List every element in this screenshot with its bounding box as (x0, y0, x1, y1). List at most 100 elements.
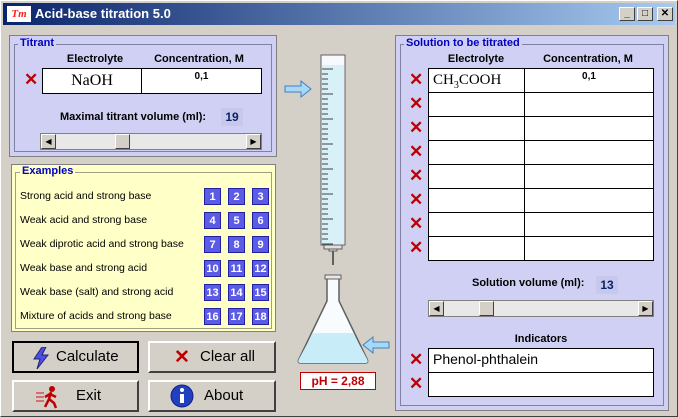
example-button-17[interactable]: 17 (228, 308, 245, 325)
minimize-button[interactable]: _ (619, 7, 635, 21)
electrolyte-text: CH (433, 72, 454, 88)
app-logo-icon: Tm (7, 6, 31, 22)
solution-delete-icon[interactable]: ✕ (409, 215, 423, 232)
titrant-concentration-field[interactable]: 0,1 (141, 68, 262, 94)
examples-panel: Examples Strong acid and strong base 1 2 3 W… (11, 164, 276, 332)
info-icon (170, 384, 194, 408)
example-button-2[interactable]: 2 (228, 188, 245, 205)
solution-electrolyte-field[interactable] (428, 116, 525, 141)
solution-electrolyte-field[interactable] (428, 164, 525, 189)
indicator-delete-icon[interactable]: ✕ (409, 351, 423, 368)
clear-all-button[interactable]: ✕ Clear all (148, 341, 276, 373)
clear-x-icon: ✕ (174, 347, 190, 368)
example-button-13[interactable]: 13 (204, 284, 221, 301)
about-button[interactable]: About (148, 380, 276, 412)
solution-volume-label: Solution volume (ml): (472, 277, 585, 289)
example-button-3[interactable]: 3 (252, 188, 269, 205)
titrant-panel: Titrant Electrolyte Concentration, M ✕ N… (9, 35, 277, 157)
calculate-button[interactable]: Calculate (12, 341, 139, 373)
solution-concentration-field[interactable] (524, 164, 654, 189)
solution-delete-icon[interactable]: ✕ (409, 239, 423, 256)
example-button-1[interactable]: 1 (204, 188, 221, 205)
solution-concentration-field[interactable] (524, 212, 654, 237)
solution-col-electrolyte: Electrolyte (447, 53, 505, 65)
solution-concentration-field[interactable]: 0,1 (524, 68, 654, 93)
exit-button[interactable]: Exit (12, 380, 139, 412)
solution-concentration-field[interactable] (524, 92, 654, 117)
solution-electrolyte-field[interactable] (428, 236, 525, 261)
slider-thumb[interactable] (479, 301, 494, 316)
solution-concentration-field[interactable] (524, 236, 654, 261)
solution-delete-icon[interactable]: ✕ (409, 191, 423, 208)
max-volume-label: Maximal titrant volume (ml): (60, 111, 207, 123)
scroll-left-icon[interactable]: ◀ (41, 134, 56, 149)
window-title: Acid-base titration 5.0 (35, 6, 171, 21)
example-button-15[interactable]: 15 (252, 284, 269, 301)
example-button-6[interactable]: 6 (252, 212, 269, 229)
app-window: Tm Acid-base titration 5.0 _ □ ✕ Titrant… (0, 0, 678, 417)
solution-volume-value: 13 (596, 276, 618, 294)
example-button-14[interactable]: 14 (228, 284, 245, 301)
solution-concentration-field[interactable] (524, 140, 654, 165)
example-button-10[interactable]: 10 (204, 260, 221, 277)
example-label: Weak acid and strong base (20, 214, 148, 226)
example-label: Strong acid and strong base (20, 190, 152, 202)
solution-delete-icon[interactable]: ✕ (409, 71, 423, 88)
example-button-5[interactable]: 5 (228, 212, 245, 229)
examples-title: Examples (20, 165, 76, 177)
close-button[interactable]: ✕ (657, 7, 673, 21)
scroll-right-icon[interactable]: ▶ (638, 301, 653, 316)
titrant-delete-icon[interactable]: ✕ (24, 71, 38, 88)
solution-electrolyte-field[interactable]: CH3COOH (428, 68, 525, 93)
titration-apparatus (284, 54, 390, 364)
example-label: Weak base (salt) and strong acid (20, 286, 174, 298)
lightning-icon (33, 347, 50, 369)
solution-concentration-field[interactable] (524, 188, 654, 213)
indicator-field[interactable]: Phenol-phthalein (428, 348, 654, 373)
running-man-icon (36, 386, 58, 409)
scroll-right-icon[interactable]: ▶ (246, 134, 261, 149)
example-label: Weak diprotic acid and strong base (20, 238, 184, 250)
indicator-delete-icon[interactable]: ✕ (409, 375, 423, 392)
scroll-left-icon[interactable]: ◀ (429, 301, 444, 316)
right-arrow-icon (284, 79, 312, 99)
example-button-8[interactable]: 8 (228, 236, 245, 253)
example-button-9[interactable]: 9 (252, 236, 269, 253)
example-button-16[interactable]: 16 (204, 308, 221, 325)
example-button-12[interactable]: 12 (252, 260, 269, 277)
titrant-volume-slider[interactable]: ◀ ▶ (40, 133, 262, 150)
solution-panel: Solution to be titrated Electrolyte Conc… (395, 35, 669, 411)
indicator-field[interactable] (428, 372, 654, 397)
title-bar[interactable]: Tm Acid-base titration 5.0 _ □ ✕ (3, 3, 675, 25)
calculate-label: Calculate (56, 348, 119, 365)
example-button-4[interactable]: 4 (204, 212, 221, 229)
solution-electrolyte-field[interactable] (428, 188, 525, 213)
indicators-title: Indicators (514, 333, 568, 345)
solution-delete-icon[interactable]: ✕ (409, 143, 423, 160)
electrolyte-text: COOH (458, 72, 502, 88)
example-label: Weak base and strong acid (20, 262, 148, 274)
max-volume-value: 19 (221, 108, 243, 126)
solution-title: Solution to be titrated (404, 37, 522, 49)
example-button-11[interactable]: 11 (228, 260, 245, 277)
left-arrow-icon (362, 335, 390, 355)
titrant-col-electrolyte: Electrolyte (66, 53, 124, 65)
ph-readout: pH = 2,88 (300, 372, 376, 390)
titrant-title: Titrant (18, 37, 57, 49)
about-label: About (204, 387, 244, 404)
solution-delete-icon[interactable]: ✕ (409, 95, 423, 112)
example-button-7[interactable]: 7 (204, 236, 221, 253)
solution-col-concentration: Concentration, M (543, 53, 633, 65)
solution-delete-icon[interactable]: ✕ (409, 167, 423, 184)
exit-label: Exit (76, 387, 102, 404)
solution-electrolyte-field[interactable] (428, 212, 525, 237)
solution-delete-icon[interactable]: ✕ (409, 119, 423, 136)
maximize-button[interactable]: □ (637, 7, 653, 21)
slider-thumb[interactable] (115, 134, 130, 149)
solution-electrolyte-field[interactable] (428, 92, 525, 117)
titrant-electrolyte-field[interactable]: NaOH (42, 68, 142, 94)
solution-volume-slider[interactable]: ◀ ▶ (428, 300, 654, 317)
solution-concentration-field[interactable] (524, 116, 654, 141)
solution-electrolyte-field[interactable] (428, 140, 525, 165)
example-button-18[interactable]: 18 (252, 308, 269, 325)
